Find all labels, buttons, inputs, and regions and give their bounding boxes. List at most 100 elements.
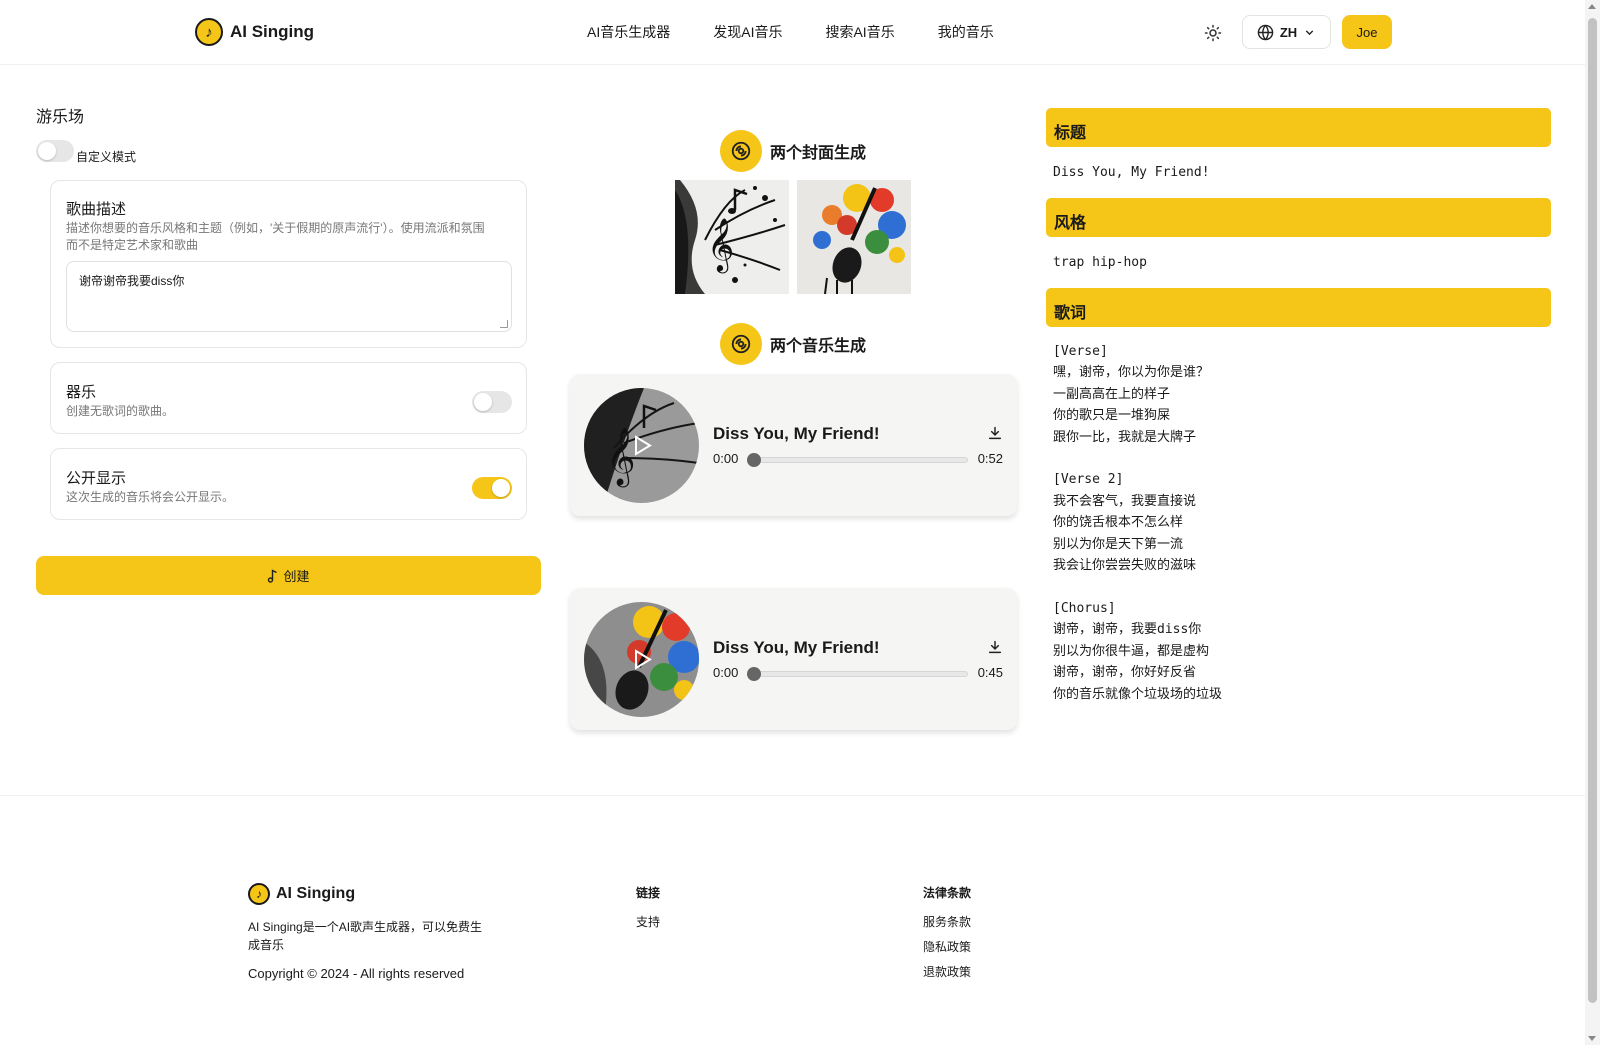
download-icon[interactable] bbox=[987, 639, 1003, 655]
resize-handle[interactable] bbox=[500, 320, 508, 328]
song-description-input[interactable]: 谢帝谢帝我要diss你 bbox=[66, 261, 512, 332]
song-style-value: trap hip-hop bbox=[1053, 255, 1147, 270]
track-duration-2: 0:45 bbox=[977, 665, 1003, 680]
instrumental-card: 器乐 创建无歌词的歌曲。 bbox=[50, 362, 527, 434]
progress-thumb-1[interactable] bbox=[747, 453, 761, 467]
track-title-2: Diss You, My Friend! bbox=[713, 638, 880, 657]
lyrics-blank-line bbox=[1053, 448, 1222, 469]
footer-divider bbox=[0, 795, 1585, 796]
scroll-down-arrow-icon[interactable] bbox=[1588, 1036, 1596, 1041]
download-icon[interactable] bbox=[987, 425, 1003, 441]
public-display-card: 公开显示 这次生成的音乐将会公开显示。 bbox=[50, 448, 527, 520]
language-selector[interactable]: ZH bbox=[1242, 15, 1331, 49]
footer-brand-name: AI Singing bbox=[276, 885, 356, 902]
covers-heading-text: 两个封面生成 bbox=[770, 145, 867, 162]
lyrics-line: 我会让你尝尝失败的滋味 bbox=[1053, 558, 1197, 574]
footer-legal-heading: 法律条款 bbox=[923, 886, 972, 900]
cover-image-1[interactable]: 𝄞 bbox=[675, 180, 789, 294]
public-display-toggle[interactable] bbox=[472, 477, 512, 499]
track-duration-1: 0:52 bbox=[977, 451, 1003, 466]
track-artwork-1[interactable]: 𝄞 bbox=[584, 388, 699, 503]
toggle-knob bbox=[492, 479, 510, 497]
brand-logo[interactable]: ♪ AI Singing bbox=[195, 18, 314, 46]
public-display-desc: 这次生成的音乐将会公开显示。 bbox=[66, 490, 235, 504]
song-description-help-line2: 而不是特定艺术家和歌曲 bbox=[66, 238, 199, 252]
footer-link-terms[interactable]: 服务条款 bbox=[923, 913, 971, 930]
cover-image-2[interactable] bbox=[797, 180, 911, 294]
footer-brand[interactable]: ♪ AI Singing bbox=[248, 883, 355, 905]
disc-icon bbox=[720, 130, 762, 172]
language-code: ZH bbox=[1279, 24, 1298, 40]
brand-name: AI Singing bbox=[230, 22, 315, 41]
lyrics-line: 别以为你是天下第一流 bbox=[1053, 536, 1184, 552]
chevron-down-icon bbox=[1305, 29, 1314, 35]
progress-track-1[interactable] bbox=[753, 457, 968, 463]
song-description-value: 谢帝谢帝我要diss你 bbox=[79, 274, 185, 288]
footer-links-heading: 链接 bbox=[636, 886, 661, 900]
scroll-up-arrow-icon[interactable] bbox=[1588, 4, 1596, 9]
sun-icon bbox=[1204, 24, 1222, 42]
public-display-title: 公开显示 bbox=[66, 470, 127, 487]
footer-description: AI Singing是一个AI歌声生成器，可以免费生成音乐 bbox=[248, 920, 483, 952]
play-icon[interactable] bbox=[628, 432, 655, 459]
instrumental-toggle[interactable] bbox=[472, 391, 512, 413]
music-heading: 两个音乐生成 bbox=[720, 323, 866, 365]
lyrics-line: 你的音乐就像个垃圾场的垃圾 bbox=[1053, 686, 1223, 702]
scroll-thumb[interactable] bbox=[1588, 18, 1597, 1003]
lyrics-line: 别以为你很牛逼，都是虚构 bbox=[1053, 643, 1210, 659]
main-nav: AI音乐生成器 发现AI音乐 搜索AI音乐 我的音乐 bbox=[587, 22, 994, 42]
nav-discover-ai-music[interactable]: 发现AI音乐 bbox=[713, 22, 782, 42]
footer-link-refund[interactable]: 退款政策 bbox=[923, 963, 971, 980]
lyrics-line: [Chorus] bbox=[1053, 600, 1116, 616]
lyrics-line: 我不会客气，我要直接说 bbox=[1053, 493, 1197, 509]
music-note-logo-icon: ♪ bbox=[248, 883, 270, 905]
lyrics-line: 一副高高在上的样子 bbox=[1053, 386, 1171, 402]
page-scrollbar[interactable] bbox=[1585, 0, 1600, 1045]
lyrics-line: 谢帝，谢帝，我要diss你 bbox=[1053, 622, 1202, 638]
lyrics-line: 你的歌只是一堆狗屎 bbox=[1053, 408, 1171, 424]
user-menu-button[interactable]: Joe bbox=[1342, 15, 1392, 49]
footer-link-privacy[interactable]: 隐私政策 bbox=[923, 938, 971, 955]
track-current-time-2: 0:00 bbox=[713, 665, 739, 680]
play-icon[interactable] bbox=[628, 646, 655, 673]
instrumental-desc: 创建无歌词的歌曲。 bbox=[66, 404, 175, 418]
music-note-icon bbox=[268, 568, 278, 583]
nav-search-ai-music[interactable]: 搜索AI音乐 bbox=[825, 22, 894, 42]
lyrics-section-header: 歌词 bbox=[1046, 288, 1551, 327]
custom-mode-label: 自定义模式 bbox=[76, 150, 137, 164]
playground-title: 游乐场 bbox=[36, 109, 85, 126]
lyrics-blank-line bbox=[1053, 576, 1222, 597]
progress-track-2[interactable] bbox=[753, 671, 968, 677]
song-description-card: 歌曲描述 描述你想要的音乐风格和主题（例如，'关于假期的原声流行'）。使用流派和… bbox=[50, 180, 527, 348]
nav-ai-music-generator[interactable]: AI音乐生成器 bbox=[587, 22, 670, 42]
lyrics-text: [Verse] 嘿，谢帝，你以为你是谁？ 一副高高在上的样子 你的歌只是一堆狗屎跟你一… bbox=[1053, 341, 1222, 705]
title-section-header: 标题 bbox=[1046, 108, 1551, 147]
lyrics-line: 谢帝，谢帝，你好好反省 bbox=[1053, 665, 1197, 681]
covers-heading: 两个封面生成 bbox=[720, 130, 866, 172]
custom-mode-toggle[interactable] bbox=[36, 140, 74, 162]
track-current-time-1: 0:00 bbox=[713, 451, 739, 466]
music-note-logo-icon: ♪ bbox=[195, 18, 223, 46]
track-title-1: Diss You, My Friend! bbox=[713, 424, 880, 443]
footer-link-support[interactable]: 支持 bbox=[636, 913, 660, 930]
song-title-value: Diss You, My Friend! bbox=[1053, 165, 1210, 180]
top-navbar: ♪ AI Singing AI音乐生成器 发现AI音乐 搜索AI音乐 我的音乐 … bbox=[0, 0, 1585, 65]
theme-toggle-button[interactable] bbox=[1200, 20, 1226, 46]
progress-thumb-2[interactable] bbox=[747, 667, 761, 681]
track-player-2: Diss You, My Friend! 0:00 0:45 bbox=[570, 588, 1017, 730]
track-artwork-2[interactable] bbox=[584, 602, 699, 717]
lyrics-line: 跟你一比，我就是大牌子 bbox=[1053, 429, 1197, 445]
lyrics-line: 嘿，谢帝，你以为你是谁？ bbox=[1053, 365, 1210, 381]
track-player-1: 𝄞 Diss You, My Friend! 0:00 0:52 bbox=[570, 374, 1017, 516]
music-heading-text: 两个音乐生成 bbox=[770, 338, 867, 355]
toggle-knob bbox=[474, 393, 492, 411]
lyrics-line: [Verse] bbox=[1053, 344, 1108, 359]
globe-icon bbox=[1257, 24, 1274, 40]
create-button[interactable]: 创建 bbox=[36, 556, 541, 595]
lyrics-line: [Verse 2] bbox=[1053, 472, 1124, 488]
create-label: 创建 bbox=[283, 569, 310, 584]
instrumental-title: 器乐 bbox=[66, 384, 97, 401]
footer-copyright: Copyright © 2024 - All rights reserved bbox=[248, 966, 465, 981]
nav-my-music[interactable]: 我的音乐 bbox=[938, 22, 994, 42]
song-description-title: 歌曲描述 bbox=[66, 201, 127, 218]
